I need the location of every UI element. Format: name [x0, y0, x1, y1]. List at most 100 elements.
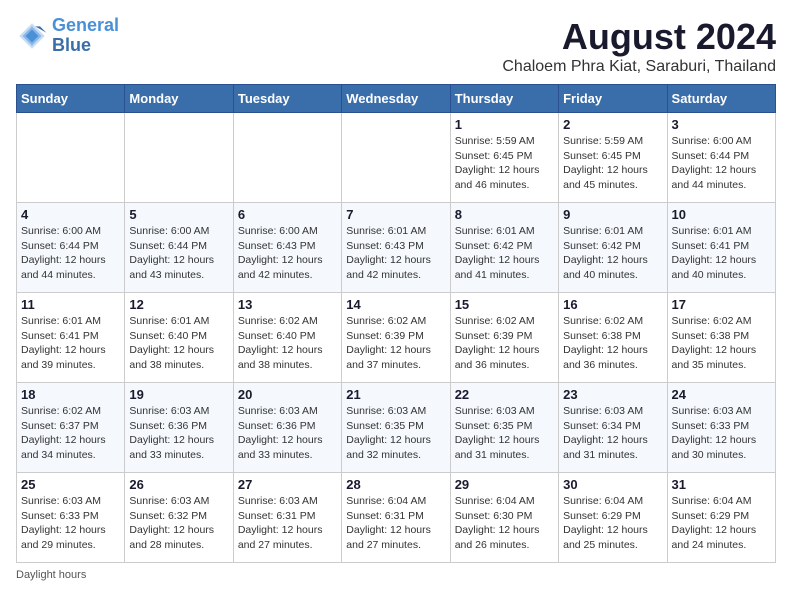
- calendar-cell-3-3: 13 Sunrise: 6:02 AM Sunset: 6:40 PM Dayli…: [233, 293, 341, 383]
- day-info: Sunrise: 6:02 AM Sunset: 6:39 PM Dayligh…: [455, 314, 554, 373]
- weekday-header-sunday: Sunday: [17, 85, 125, 113]
- calendar-cell-1-7: 3Sunrise: 6:00 AM Sunset: 6:44 PM Daylig…: [667, 113, 775, 203]
- calendar-cell-5-5: 29 Sunrise: 6:04 AM Sunset: 6:30 PM Dayli…: [450, 473, 558, 563]
- calendar-week-2: 4 Sunrise: 6:00 AM Sunset: 6:44 PM Daylig…: [17, 203, 776, 293]
- weekday-header-wednesday: Wednesday: [342, 85, 450, 113]
- day-info: Sunrise: 6:01 AM Sunset: 6:41 PM Dayligh…: [672, 224, 771, 283]
- day-number: 1: [455, 117, 554, 132]
- calendar-cell-1-1: [17, 113, 125, 203]
- day-info: Sunrise: 6:03 AM Sunset: 6:36 PM Dayligh…: [238, 404, 337, 463]
- logo-icon: [16, 20, 48, 52]
- calendar-week-5: 25 Sunrise: 6:03 AM Sunset: 6:33 PM Dayli…: [17, 473, 776, 563]
- day-info: Sunrise: 6:01 AM Sunset: 6:42 PM Dayligh…: [563, 224, 662, 283]
- day-info: Sunrise: 6:02 AM Sunset: 6:37 PM Dayligh…: [21, 404, 120, 463]
- weekday-header-monday: Monday: [125, 85, 233, 113]
- day-number: 9: [563, 207, 662, 222]
- day-info: Sunrise: 6:01 AM Sunset: 6:43 PM Dayligh…: [346, 224, 445, 283]
- calendar-cell-1-2: [125, 113, 233, 203]
- footer: Daylight hours: [16, 569, 776, 581]
- calendar-subtitle: Chaloem Phra Kiat, Saraburi, Thailand: [502, 58, 776, 76]
- day-info: Sunrise: 6:00 AM Sunset: 6:44 PM Dayligh…: [21, 224, 120, 283]
- logo-text: GeneralBlue: [52, 16, 119, 56]
- calendar-cell-4-6: 23 Sunrise: 6:03 AM Sunset: 6:34 PM Dayli…: [559, 383, 667, 473]
- calendar-cell-5-6: 30 Sunrise: 6:04 AM Sunset: 6:29 PM Dayli…: [559, 473, 667, 563]
- calendar-cell-4-7: 24 Sunrise: 6:03 AM Sunset: 6:33 PM Dayli…: [667, 383, 775, 473]
- day-info: Sunrise: 6:03 AM Sunset: 6:36 PM Dayligh…: [129, 404, 228, 463]
- calendar-cell-4-1: 18 Sunrise: 6:02 AM Sunset: 6:37 PM Dayli…: [17, 383, 125, 473]
- calendar-cell-2-1: 4 Sunrise: 6:00 AM Sunset: 6:44 PM Daylig…: [17, 203, 125, 293]
- day-info: Sunrise: 6:03 AM Sunset: 6:35 PM Dayligh…: [455, 404, 554, 463]
- day-info: Sunrise: 6:02 AM Sunset: 6:39 PM Dayligh…: [346, 314, 445, 373]
- day-number: 2: [563, 117, 662, 132]
- title-block: August 2024 Chaloem Phra Kiat, Saraburi,…: [502, 16, 776, 76]
- day-info: Sunrise: 6:04 AM Sunset: 6:30 PM Dayligh…: [455, 494, 554, 553]
- day-info: Sunrise: 6:04 AM Sunset: 6:29 PM Dayligh…: [672, 494, 771, 553]
- day-info: Sunrise: 6:03 AM Sunset: 6:32 PM Dayligh…: [129, 494, 228, 553]
- day-number: 17: [672, 297, 771, 312]
- day-number: 11: [21, 297, 120, 312]
- calendar-cell-3-4: 14 Sunrise: 6:02 AM Sunset: 6:39 PM Dayli…: [342, 293, 450, 383]
- calendar-cell-4-4: 21 Sunrise: 6:03 AM Sunset: 6:35 PM Dayli…: [342, 383, 450, 473]
- day-number: 18: [21, 387, 120, 402]
- day-info: Sunrise: 6:01 AM Sunset: 6:40 PM Dayligh…: [129, 314, 228, 373]
- day-number: 13: [238, 297, 337, 312]
- day-number: 28: [346, 477, 445, 492]
- logo: GeneralBlue: [16, 16, 119, 56]
- day-number: 29: [455, 477, 554, 492]
- day-number: 22: [455, 387, 554, 402]
- calendar-cell-2-7: 10Sunrise: 6:01 AM Sunset: 6:41 PM Dayli…: [667, 203, 775, 293]
- day-number: 12: [129, 297, 228, 312]
- day-number: 24: [672, 387, 771, 402]
- day-number: 4: [21, 207, 120, 222]
- day-info: Sunrise: 6:02 AM Sunset: 6:40 PM Dayligh…: [238, 314, 337, 373]
- calendar-cell-2-3: 6 Sunrise: 6:00 AM Sunset: 6:43 PM Daylig…: [233, 203, 341, 293]
- day-number: 14: [346, 297, 445, 312]
- day-info: Sunrise: 6:04 AM Sunset: 6:29 PM Dayligh…: [563, 494, 662, 553]
- day-info: Sunrise: 6:03 AM Sunset: 6:31 PM Dayligh…: [238, 494, 337, 553]
- day-number: 15: [455, 297, 554, 312]
- day-info: Sunrise: 6:01 AM Sunset: 6:41 PM Dayligh…: [21, 314, 120, 373]
- calendar-cell-5-2: 26 Sunrise: 6:03 AM Sunset: 6:32 PM Dayli…: [125, 473, 233, 563]
- calendar-week-1: 1 Sunrise: 5:59 AM Sunset: 6:45 PM Daylig…: [17, 113, 776, 203]
- calendar-cell-5-1: 25 Sunrise: 6:03 AM Sunset: 6:33 PM Dayli…: [17, 473, 125, 563]
- calendar-cell-5-7: 31 Sunrise: 6:04 AM Sunset: 6:29 PM Dayli…: [667, 473, 775, 563]
- day-number: 20: [238, 387, 337, 402]
- weekday-header-thursday: Thursday: [450, 85, 558, 113]
- calendar-title: August 2024: [502, 16, 776, 58]
- day-number: 6: [238, 207, 337, 222]
- day-info: Sunrise: 5:59 AM Sunset: 6:45 PM Dayligh…: [563, 134, 662, 193]
- weekday-header-saturday: Saturday: [667, 85, 775, 113]
- day-info: Sunrise: 6:00 AM Sunset: 6:44 PM Dayligh…: [129, 224, 228, 283]
- calendar-table: SundayMondayTuesdayWednesdayThursdayFrid…: [16, 84, 776, 563]
- calendar-cell-1-3: [233, 113, 341, 203]
- day-number: 26: [129, 477, 228, 492]
- day-number: 25: [21, 477, 120, 492]
- calendar-cell-4-3: 20 Sunrise: 6:03 AM Sunset: 6:36 PM Dayli…: [233, 383, 341, 473]
- calendar-cell-3-5: 15 Sunrise: 6:02 AM Sunset: 6:39 PM Dayli…: [450, 293, 558, 383]
- day-number: 31: [672, 477, 771, 492]
- day-number: 8: [455, 207, 554, 222]
- day-number: 7: [346, 207, 445, 222]
- calendar-cell-5-3: 27 Sunrise: 6:03 AM Sunset: 6:31 PM Dayli…: [233, 473, 341, 563]
- calendar-cell-3-2: 12 Sunrise: 6:01 AM Sunset: 6:40 PM Dayli…: [125, 293, 233, 383]
- day-number: 30: [563, 477, 662, 492]
- day-number: 21: [346, 387, 445, 402]
- calendar-week-3: 11 Sunrise: 6:01 AM Sunset: 6:41 PM Dayli…: [17, 293, 776, 383]
- calendar-cell-1-5: 1Sunrise: 5:59 AM Sunset: 6:45 PM Daylig…: [450, 113, 558, 203]
- calendar-cell-1-4: [342, 113, 450, 203]
- day-info: Sunrise: 6:00 AM Sunset: 6:43 PM Dayligh…: [238, 224, 337, 283]
- weekday-header-tuesday: Tuesday: [233, 85, 341, 113]
- day-number: 27: [238, 477, 337, 492]
- calendar-cell-3-7: 17 Sunrise: 6:02 AM Sunset: 6:38 PM Dayli…: [667, 293, 775, 383]
- day-info: Sunrise: 6:03 AM Sunset: 6:33 PM Dayligh…: [672, 404, 771, 463]
- day-info: Sunrise: 6:04 AM Sunset: 6:31 PM Dayligh…: [346, 494, 445, 553]
- day-info: Sunrise: 6:00 AM Sunset: 6:44 PM Dayligh…: [672, 134, 771, 193]
- day-info: Sunrise: 6:03 AM Sunset: 6:33 PM Dayligh…: [21, 494, 120, 553]
- calendar-cell-1-6: 2 Sunrise: 5:59 AM Sunset: 6:45 PM Daylig…: [559, 113, 667, 203]
- day-info: Sunrise: 6:02 AM Sunset: 6:38 PM Dayligh…: [672, 314, 771, 373]
- calendar-cell-2-2: 5 Sunrise: 6:00 AM Sunset: 6:44 PM Daylig…: [125, 203, 233, 293]
- day-info: Sunrise: 6:03 AM Sunset: 6:35 PM Dayligh…: [346, 404, 445, 463]
- day-info: Sunrise: 6:03 AM Sunset: 6:34 PM Dayligh…: [563, 404, 662, 463]
- day-number: 5: [129, 207, 228, 222]
- day-number: 23: [563, 387, 662, 402]
